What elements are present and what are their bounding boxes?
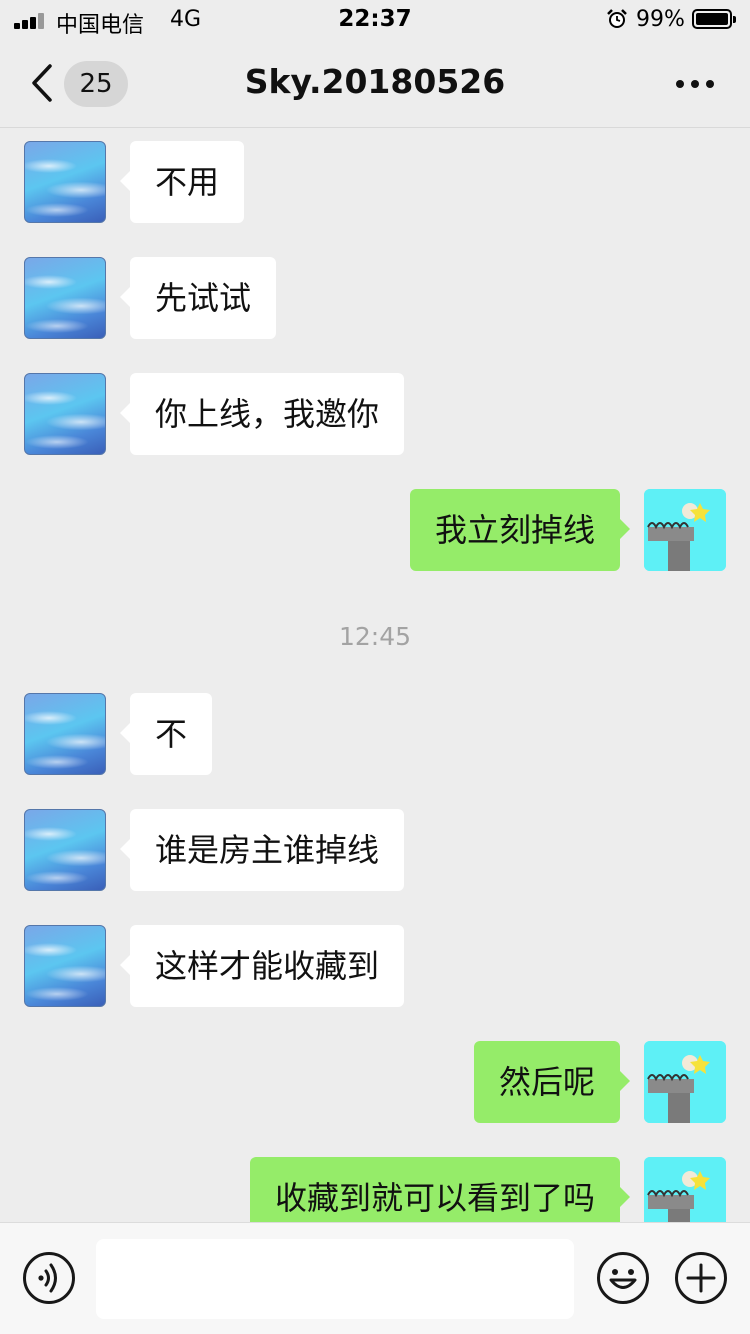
message-row: 先试试 bbox=[0, 257, 750, 341]
alarm-clock-icon bbox=[607, 9, 627, 28]
voice-input-button[interactable] bbox=[22, 1251, 76, 1305]
contact-avatar[interactable] bbox=[24, 809, 106, 891]
more-dots-icon bbox=[676, 80, 684, 88]
contact-avatar[interactable] bbox=[24, 693, 106, 775]
my-avatar[interactable] bbox=[644, 489, 726, 571]
message-row: 然后呢 bbox=[0, 1041, 750, 1125]
my-avatar[interactable] bbox=[644, 1041, 726, 1123]
chat-header: 25 Sky.20180526 bbox=[0, 40, 750, 128]
message-row: 你上线，我邀你 bbox=[0, 373, 750, 457]
chat-screen: 中国电信 4G 22:37 99% 25 Sky.20180526 不用 先试试… bbox=[0, 0, 750, 1334]
message-row: 不 bbox=[0, 693, 750, 777]
contact-avatar[interactable] bbox=[24, 373, 106, 455]
message-row: 这样才能收藏到 bbox=[0, 925, 750, 1009]
voice-icon bbox=[38, 1275, 44, 1281]
message-list[interactable]: 不用 先试试 你上线，我邀你 我立刻掉线 12:45 不 谁是房主谁掉线 这样才… bbox=[0, 128, 750, 1222]
more-options-button[interactable] bbox=[670, 68, 720, 98]
input-toolbar bbox=[0, 1222, 750, 1334]
incoming-message-bubble[interactable]: 不 bbox=[119, 693, 213, 775]
character-avatar-icon bbox=[644, 489, 726, 571]
incoming-message-bubble[interactable]: 你上线，我邀你 bbox=[119, 373, 405, 455]
more-functions-button[interactable] bbox=[674, 1251, 728, 1305]
battery-percent: 99% bbox=[636, 7, 685, 32]
outgoing-message-bubble[interactable]: 我立刻掉线 bbox=[409, 489, 631, 571]
outgoing-message-bubble[interactable]: 收藏到就可以看到了吗 bbox=[249, 1157, 631, 1222]
battery-icon bbox=[692, 9, 736, 29]
message-row: 不用 bbox=[0, 141, 750, 225]
incoming-message-bubble[interactable]: 谁是房主谁掉线 bbox=[119, 809, 405, 891]
contact-avatar[interactable] bbox=[24, 141, 106, 223]
contact-avatar[interactable] bbox=[24, 925, 106, 1007]
incoming-message-bubble[interactable]: 先试试 bbox=[119, 257, 277, 339]
status-bar: 中国电信 4G 22:37 99% bbox=[0, 0, 750, 40]
character-avatar-icon bbox=[644, 1157, 726, 1222]
emoji-button[interactable] bbox=[596, 1251, 650, 1305]
my-avatar[interactable] bbox=[644, 1157, 726, 1222]
incoming-message-bubble[interactable]: 不用 bbox=[119, 141, 245, 223]
message-input[interactable] bbox=[96, 1239, 574, 1319]
outgoing-message-bubble[interactable]: 然后呢 bbox=[473, 1041, 631, 1123]
message-row: 收藏到就可以看到了吗 bbox=[0, 1157, 750, 1222]
message-row: 谁是房主谁掉线 bbox=[0, 809, 750, 893]
emoji-icon bbox=[597, 1252, 649, 1304]
incoming-message-bubble[interactable]: 这样才能收藏到 bbox=[119, 925, 405, 1007]
character-avatar-icon bbox=[644, 1041, 726, 1123]
chat-title: Sky.20180526 bbox=[244, 62, 506, 101]
time-divider: 12:45 bbox=[338, 622, 412, 651]
contact-avatar[interactable] bbox=[24, 257, 106, 339]
message-row: 我立刻掉线 bbox=[0, 489, 750, 573]
